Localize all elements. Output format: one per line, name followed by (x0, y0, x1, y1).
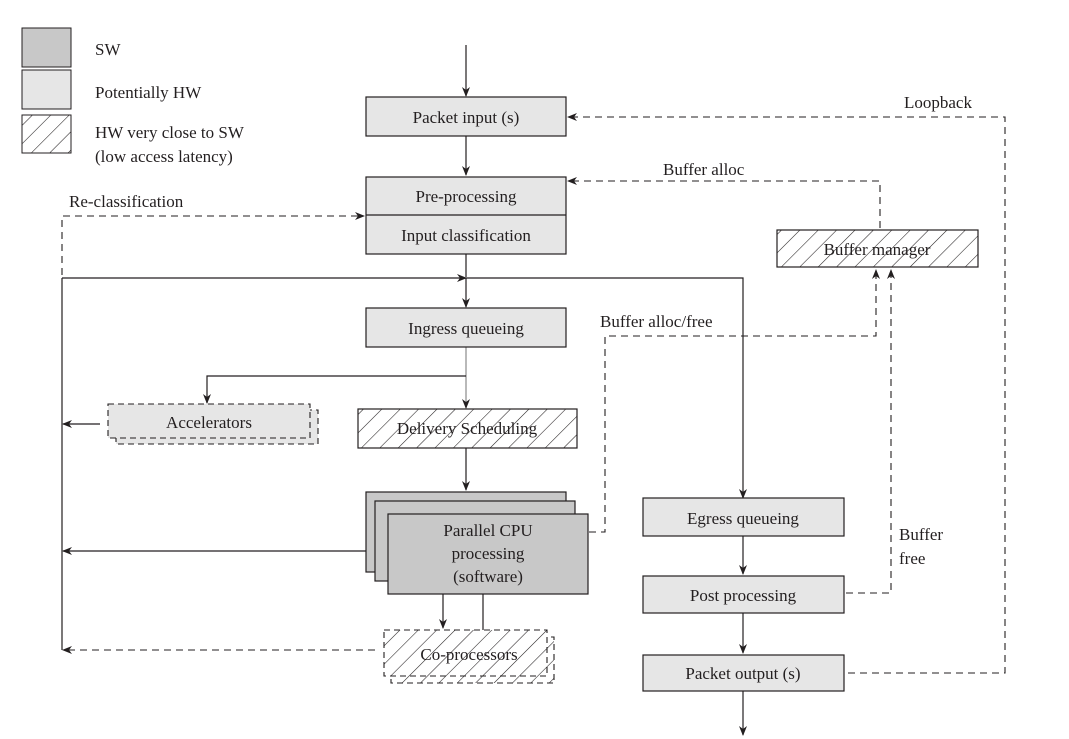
box-ingress-queueing-label: Ingress queueing (408, 319, 524, 338)
network-processing-diagram: SW Potentially HW HW very close to SW (l… (21, 27, 1006, 736)
box-accelerators: Accelerators (107, 403, 319, 445)
legend-swatch-hw-close (21, 114, 72, 154)
edge-label-buffer-free-line1: Buffer (899, 525, 943, 544)
edge-label-buffer-free-line2: free (899, 549, 925, 568)
legend-swatch-sw (21, 27, 72, 68)
edge-ingress-to-accelerators (203, 375, 466, 404)
edge-label-buffer-alloc: Buffer alloc (663, 160, 745, 179)
box-input-classification-label: Input classification (401, 226, 531, 245)
box-parallel-cpu-label-line2: processing (452, 544, 525, 563)
box-egress-queueing-label: Egress queueing (687, 509, 799, 528)
legend-label-potential-hw: Potentially HW (95, 83, 202, 102)
box-packet-output: Packet output (s) (642, 654, 845, 692)
box-buffer-manager-label: Buffer manager (824, 240, 931, 259)
legend-label-hw-close-line2: (low access latency) (95, 147, 233, 166)
box-co-processors: Co-processors (383, 629, 555, 684)
box-post-processing: Post processing (642, 575, 845, 614)
box-co-processors-label: Co-processors (420, 645, 517, 664)
box-post-processing-label: Post processing (690, 586, 797, 605)
box-delivery-scheduling-label: Delivery Scheduling (397, 419, 538, 438)
legend-label-hw-close-line1: HW very close to SW (95, 123, 245, 142)
box-packet-output-label: Packet output (s) (685, 664, 800, 683)
legend: SW Potentially HW HW very close to SW (l… (21, 27, 245, 166)
box-buffer-manager: Buffer manager (776, 229, 979, 268)
edge-label-re-classification: Re-classification (69, 192, 184, 211)
box-delivery-scheduling: Delivery Scheduling (357, 408, 578, 449)
box-packet-input-label: Packet input (s) (413, 108, 520, 127)
box-preprocessing-label: Pre-processing (415, 187, 517, 206)
box-parallel-cpu: Parallel CPU processing (software) (365, 491, 589, 595)
box-ingress-queueing: Ingress queueing (365, 307, 567, 348)
box-parallel-cpu-label-line1: Parallel CPU (443, 521, 532, 540)
edge-label-loopback: Loopback (904, 93, 972, 112)
edge-label-buffer-alloc-free: Buffer alloc/free (600, 312, 712, 331)
box-parallel-cpu-label-line3: (software) (453, 567, 523, 586)
edge-buffer-alloc-free (589, 269, 880, 533)
box-accelerators-label: Accelerators (166, 413, 252, 432)
legend-label-sw: SW (95, 40, 121, 59)
box-egress-queueing: Egress queueing (642, 497, 845, 537)
edge-re-classification (61, 212, 365, 275)
edge-buffer-alloc (567, 177, 881, 228)
edge-buffer-free (846, 269, 895, 594)
box-preprocessing-classification: Pre-processing Input classification (365, 176, 567, 255)
legend-swatch-potential-hw (21, 69, 72, 110)
box-packet-input: Packet input (s) (365, 96, 567, 137)
